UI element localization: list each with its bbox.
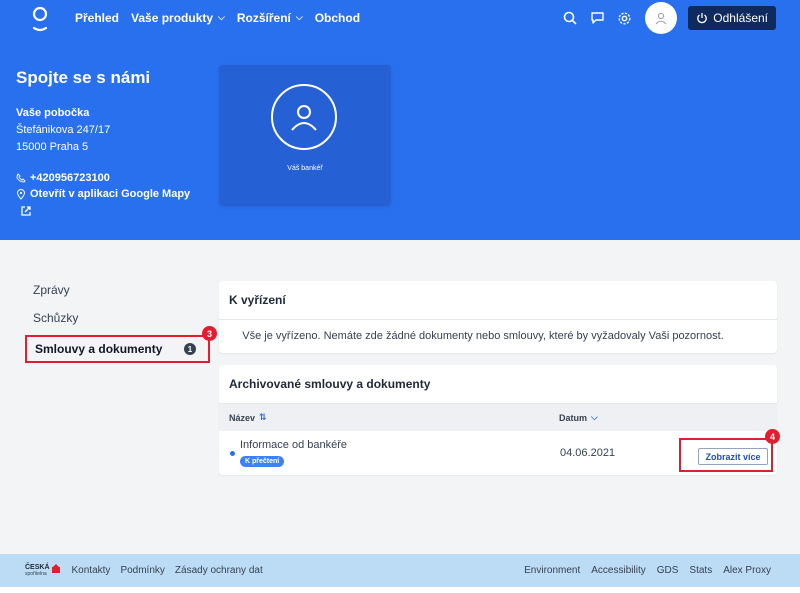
sidebar-item-messages[interactable]: Zprávy xyxy=(25,276,210,304)
document-date: 04.06.2021 xyxy=(560,447,616,459)
footer-link-terms[interactable]: Podmínky xyxy=(120,565,164,576)
sidebar-item-label: Smlouvy a dokumenty xyxy=(35,342,163,356)
footer-link-contacts[interactable]: Kontakty xyxy=(72,565,111,576)
bank-logo[interactable]: ČESKÁ spořitelna xyxy=(25,564,60,577)
unread-count-badge: 1 xyxy=(184,343,196,355)
chevron-down-icon: ⌵ xyxy=(295,11,303,22)
sidebar-menu: Zprávy Schůzky Smlouvy a dokumenty 1 3 xyxy=(25,276,217,363)
document-title[interactable]: Informace od bankéře xyxy=(240,439,347,451)
power-icon xyxy=(697,13,708,24)
footer-link-stats[interactable]: Stats xyxy=(689,565,712,576)
user-icon xyxy=(291,105,317,131)
sidebar-item-documents[interactable]: Smlouvy a dokumenty 1 3 xyxy=(25,326,217,363)
pending-message: Vše je vyřízeno. Nemáte zde žádné dokume… xyxy=(242,330,724,342)
logout-label: Odhlášení xyxy=(713,11,768,25)
brand-mark-icon xyxy=(51,564,60,573)
pending-card: K vyřízení Vše je vyřízeno. Nemáte zde ž… xyxy=(219,281,777,353)
map-link-label: Otevřít v aplikaci Google Mapy xyxy=(30,188,191,200)
footer-link-accessibility[interactable]: Accessibility xyxy=(591,565,645,576)
bottom-strip xyxy=(0,587,800,593)
highlight-frame: Zobrazit více 4 xyxy=(679,429,780,472)
footer-link-environment[interactable]: Environment xyxy=(524,565,580,576)
footer-link-gds[interactable]: GDS xyxy=(657,565,679,576)
phone-link[interactable]: +420956723100 xyxy=(16,170,190,186)
nav-overview-label: Přehled xyxy=(75,11,120,25)
contact-hero: Spojte se s námi Vaše pobočka Štefánikov… xyxy=(0,44,800,240)
chat-icon[interactable] xyxy=(588,9,606,27)
show-more-button[interactable]: Zobrazit více xyxy=(698,448,768,465)
column-name-label: Název xyxy=(229,412,256,423)
footer-link-alex-proxy[interactable]: Alex Proxy xyxy=(723,565,771,576)
phone-number: +420956723100 xyxy=(30,172,110,184)
footer-link-privacy[interactable]: Zásady ochrany dat xyxy=(175,565,263,576)
page-title: Spojte se s námi xyxy=(16,68,151,87)
user-icon xyxy=(655,12,667,25)
banker-avatar xyxy=(271,84,337,150)
branch-address-line1: Štefánikova 247/17 xyxy=(16,124,111,136)
external-link-icon[interactable] xyxy=(20,205,32,217)
contact-links: +420956723100 Otevřít v aplikaci Google … xyxy=(16,170,190,217)
branch-title: Vaše pobočka xyxy=(16,107,90,119)
sidebar-item-meetings[interactable]: Schůzky xyxy=(25,304,210,332)
pending-title: K vyřízení xyxy=(219,281,777,320)
map-link[interactable]: Otevřít v aplikaci Google Mapy xyxy=(16,186,190,202)
unread-dot-icon xyxy=(230,451,235,456)
table-header: Název ⇅ Datum ⌵ xyxy=(219,404,777,431)
nav-overview[interactable]: Přehled xyxy=(75,11,119,25)
phone-icon xyxy=(16,173,26,183)
footer: ČESKÁ spořitelna Kontakty Podmínky Zásad… xyxy=(0,554,800,587)
top-navigation: Přehled Vaše produkty ⌵ Rozšíření ⌵ Obchod… xyxy=(0,0,800,44)
brand-name: ČESKÁ xyxy=(25,564,50,571)
nav-products[interactable]: Vaše produkty ⌵ xyxy=(131,11,225,25)
branch-info: Vaše pobočka Štefánikova 247/17 15000 Pr… xyxy=(16,105,110,156)
branch-address-line2: 15000 Praha 5 xyxy=(16,141,89,153)
column-date-label: Datum xyxy=(559,412,588,423)
nav-shop[interactable]: Obchod xyxy=(315,11,360,25)
chevron-down-icon: ⌵ xyxy=(591,412,598,422)
banker-label: Váš bankéř xyxy=(287,165,323,172)
sort-icon: ⇅ xyxy=(259,412,267,422)
user-avatar[interactable] xyxy=(645,2,678,34)
gear-icon[interactable] xyxy=(615,9,633,27)
column-name-header[interactable]: Název ⇅ xyxy=(229,412,267,423)
nav-extensions[interactable]: Rozšíření ⌵ xyxy=(237,11,303,25)
location-pin-icon xyxy=(16,188,26,200)
step-marker: 3 xyxy=(202,326,217,341)
column-date-header[interactable]: Datum ⌵ xyxy=(559,412,598,423)
nav-products-label: Vaše produkty xyxy=(131,11,214,25)
banker-card[interactable]: Váš bankéř xyxy=(219,65,391,206)
sidebar-item-label: Zprávy xyxy=(33,283,70,297)
archive-card: Archivované smlouvy a dokumenty Název ⇅ … xyxy=(219,365,780,477)
brand-subtitle: spořitelna xyxy=(25,571,47,577)
nav-extensions-label: Rozšíření xyxy=(236,11,291,25)
search-icon[interactable] xyxy=(561,9,579,27)
step-marker: 4 xyxy=(765,429,780,444)
chevron-down-icon: ⌵ xyxy=(218,11,225,22)
logout-button[interactable]: Odhlášení xyxy=(688,6,776,30)
sidebar-item-label: Schůzky xyxy=(33,311,79,325)
archive-title: Archivované smlouvy a dokumenty xyxy=(219,365,777,404)
table-row[interactable]: Informace od bankéře K přečtení 04.06.20… xyxy=(219,429,780,477)
status-badge: K přečtení xyxy=(240,456,285,467)
nav-shop-label: Obchod xyxy=(314,11,361,25)
george-logo[interactable] xyxy=(30,4,50,34)
